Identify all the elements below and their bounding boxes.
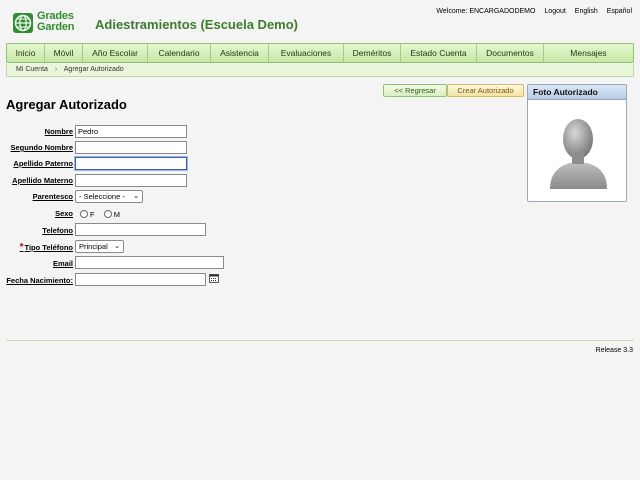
nav-mensajes[interactable]: Mensajes [544, 44, 633, 62]
breadcrumb-current: Agregar Autorizado [63, 66, 124, 73]
main-nav: Inicio Móvil Año Escolar Calendario Asis… [6, 43, 634, 63]
globe-logo-icon [13, 13, 33, 33]
fecha-nacimiento-label: Fecha Nacimiento: [6, 276, 73, 285]
top-links: Welcome: ENCARGADODEMO Logout English Es… [429, 8, 632, 15]
nav-inicio[interactable]: Inicio [7, 44, 45, 62]
apellido-materno-label: Apellido Materno [12, 176, 73, 185]
app-title: Adiestramientos (Escuela Demo) [95, 17, 299, 32]
nav-asistencia[interactable]: Asistencia [211, 44, 269, 62]
tipo-telefono-text: Tipo Teléfono [24, 243, 73, 252]
logout-link[interactable]: Logout [544, 8, 565, 15]
parentesco-selected: - Seleccione - [79, 192, 125, 201]
segundo-nombre-input[interactable] [75, 141, 187, 154]
apellido-paterno-label: Apellido Paterno [13, 159, 73, 168]
nombre-label: Nombre [44, 127, 73, 136]
chevron-down-icon: ⌄ [133, 193, 139, 200]
avatar-placeholder-icon[interactable] [544, 109, 612, 193]
photo-panel-title: Foto Autorizado [528, 85, 626, 100]
page-title: Agregar Autorizado [6, 97, 127, 112]
sexo-f-label: F [90, 209, 95, 219]
email-input[interactable] [75, 256, 224, 269]
breadcrumb-separator: › [54, 66, 58, 73]
nav-calendario[interactable]: Calendario [148, 44, 211, 62]
footer-divider [6, 340, 634, 341]
sexo-label: Sexo [55, 209, 73, 218]
apellido-paterno-input[interactable] [75, 157, 187, 170]
create-authorized-button[interactable]: Crear Autorizado [447, 84, 524, 97]
apellido-materno-input[interactable] [75, 174, 187, 187]
english-link[interactable]: English [575, 8, 598, 15]
parentesco-select[interactable]: - Seleccione - ⌄ [75, 190, 143, 203]
nav-movil[interactable]: Móvil [45, 44, 83, 62]
nav-demeritos[interactable]: Deméritos [344, 44, 401, 62]
back-button[interactable]: << Regresar [383, 84, 447, 97]
grades-garden-logo[interactable]: Grades Garden [12, 11, 82, 35]
sexo-m-label: M [113, 209, 120, 219]
sexo-radio-group: F M [80, 209, 127, 219]
email-label: Email [52, 259, 73, 268]
nav-evaluaciones[interactable]: Evaluaciones [269, 44, 344, 62]
breadcrumb: Mi Cuenta › Agregar Autorizado [6, 64, 634, 77]
sexo-f-radio[interactable] [80, 210, 88, 219]
segundo-nombre-label: Segundo Nombre [10, 143, 73, 152]
logo-text: Grades Garden [37, 11, 75, 33]
sexo-m-radio[interactable] [103, 210, 112, 219]
calendar-icon[interactable] [209, 274, 219, 283]
nav-estado-cuenta[interactable]: Estado Cuenta [401, 44, 477, 62]
nombre-input[interactable] [75, 125, 187, 138]
telefono-input[interactable] [75, 223, 206, 236]
telefono-label: Telefono [42, 226, 73, 235]
header: Grades Garden Adiestramientos (Escuela D… [0, 0, 640, 42]
logo-line2: Garden [37, 21, 75, 33]
photo-panel: Foto Autorizado [527, 84, 627, 202]
tipo-telefono-label: *Tipo Teléfono [20, 242, 73, 253]
parentesco-label: Parentesco [32, 192, 73, 201]
fecha-nacimiento-input[interactable] [75, 273, 206, 286]
nav-ano-escolar[interactable]: Año Escolar [83, 44, 148, 62]
breadcrumb-home[interactable]: Mi Cuenta [16, 66, 48, 73]
release-version: Release 3.3 [595, 347, 633, 354]
tipo-telefono-selected: Principal [79, 242, 108, 251]
chevron-down-icon: ⌄ [114, 243, 120, 250]
nav-documentos[interactable]: Documentos [477, 44, 544, 62]
tipo-telefono-select[interactable]: Principal ⌄ [75, 240, 124, 253]
espanol-link[interactable]: Español [607, 8, 632, 15]
required-marker: * [19, 242, 24, 253]
welcome-text: Welcome: ENCARGADODEMO [436, 8, 536, 15]
